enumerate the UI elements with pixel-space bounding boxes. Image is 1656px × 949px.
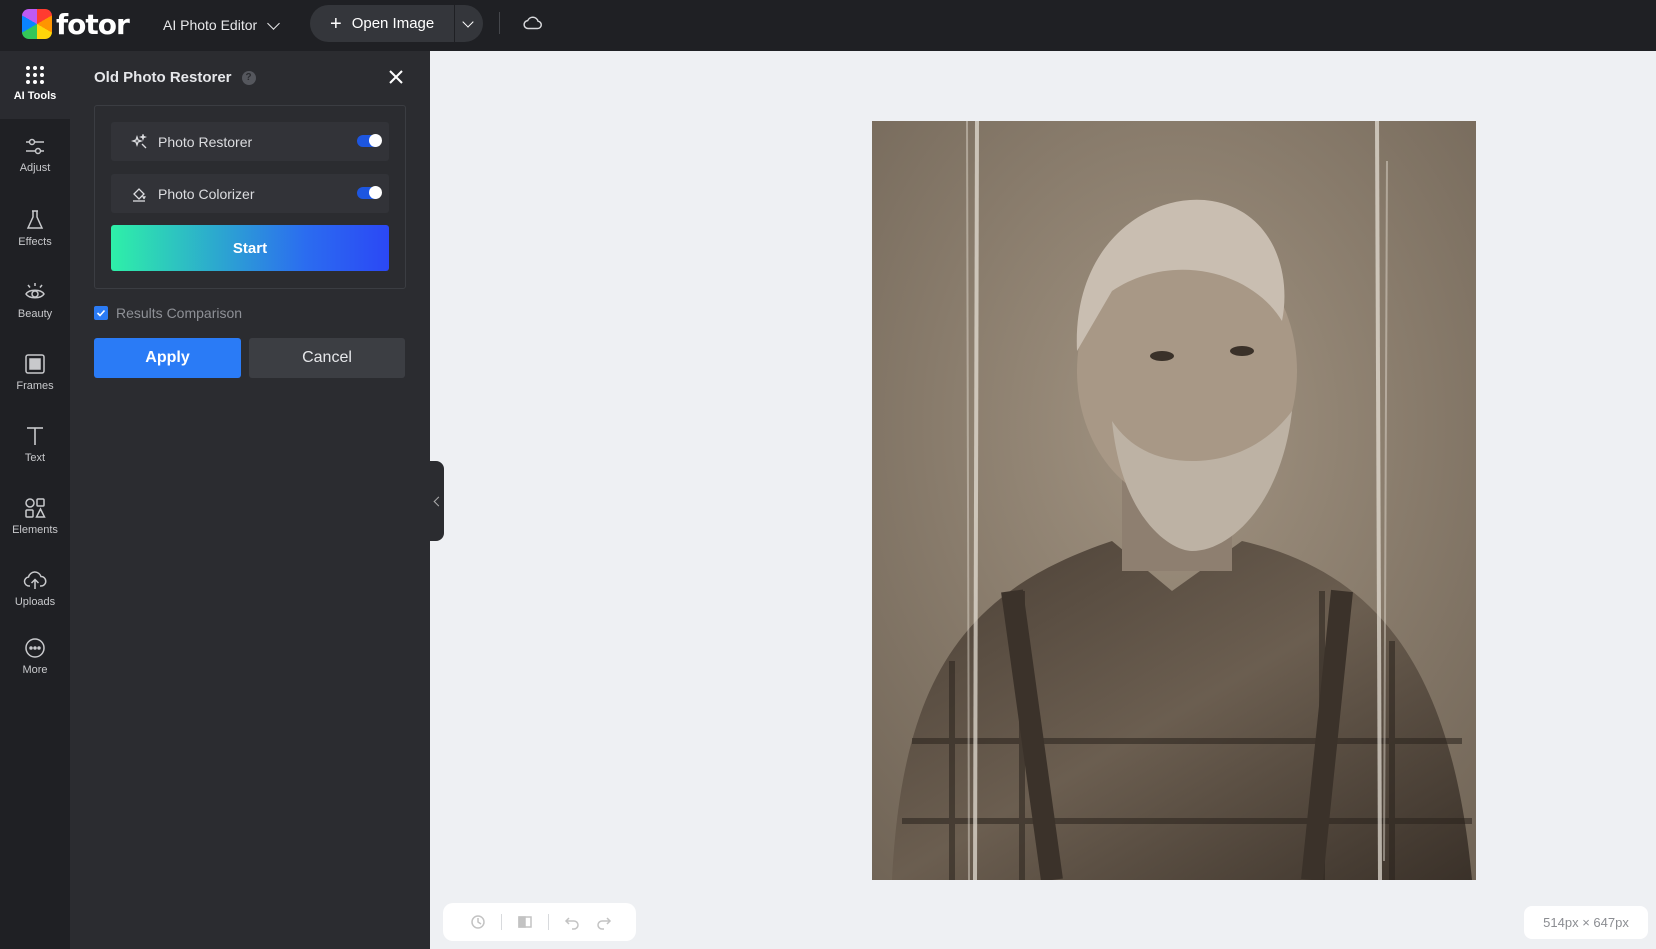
grid-dots-icon — [26, 66, 44, 84]
canvas-photo[interactable] — [872, 121, 1476, 880]
rail-item-uploads[interactable]: Uploads — [0, 555, 70, 623]
rail-item-more[interactable]: More — [0, 623, 70, 691]
open-image-label: Open Image — [351, 15, 435, 32]
paint-bucket-icon — [133, 187, 146, 202]
toggle-knob — [369, 134, 382, 147]
text-t-icon — [27, 427, 43, 445]
cloud-icon[interactable] — [522, 12, 544, 34]
photo-colorizer-label: Photo Colorizer — [158, 185, 255, 202]
checkbox-checked-icon — [94, 306, 108, 320]
panel-title-text: Old Photo Restorer — [94, 69, 232, 86]
open-image-group: + Open Image — [310, 5, 483, 42]
top-bar: fotor AI Photo Editor + Open Image — [0, 0, 1656, 51]
cancel-button[interactable]: Cancel — [249, 338, 405, 378]
photo-restorer-toggle[interactable] — [357, 134, 382, 147]
results-comparison-label: Results Comparison — [116, 305, 243, 321]
photo-colorizer-toggle[interactable] — [357, 186, 382, 199]
more-dots-icon — [25, 638, 45, 658]
compare-view-icon[interactable] — [514, 911, 536, 933]
history-icon[interactable] — [467, 911, 489, 933]
help-icon[interactable]: ? — [241, 70, 256, 85]
start-button[interactable]: Start — [111, 225, 389, 271]
flask-icon — [26, 210, 44, 229]
shapes-icon — [25, 498, 46, 518]
rail-label: Effects — [18, 236, 52, 248]
frame-icon — [25, 354, 45, 374]
rail-label: AI Tools — [13, 90, 57, 102]
chevron-left-icon — [433, 496, 444, 506]
toolbar-divider — [548, 914, 549, 930]
panel-title: Old Photo Restorer ? — [94, 69, 256, 86]
fotor-logo[interactable]: fotor — [22, 7, 130, 41]
photo-restorer-label: Photo Restorer — [158, 133, 253, 150]
rail-item-adjust[interactable]: Adjust — [0, 123, 70, 191]
rail-label: Frames — [16, 380, 54, 392]
editor-type-dropdown[interactable]: AI Photo Editor — [163, 14, 281, 36]
logo-text: fotor — [56, 7, 130, 41]
close-icon[interactable] — [388, 69, 404, 85]
editor-type-label: AI Photo Editor — [163, 17, 258, 33]
photo-colorizer-row: Photo Colorizer — [111, 174, 389, 213]
cloud-upload-icon — [23, 571, 47, 589]
rail-label: Text — [24, 452, 46, 464]
redo-icon[interactable] — [593, 911, 615, 933]
toolbar-divider — [501, 914, 502, 930]
rail-label: Elements — [12, 524, 58, 536]
undo-icon[interactable] — [561, 911, 583, 933]
rail-item-frames[interactable]: Frames — [0, 339, 70, 407]
sliders-icon — [26, 138, 44, 155]
rail-label: More — [22, 664, 48, 676]
image-size-badge: 514px × 647px — [1524, 906, 1648, 939]
rail-item-effects[interactable]: Effects — [0, 195, 70, 263]
rail-label: Uploads — [14, 596, 56, 608]
old-photo-restorer-panel: Old Photo Restorer ? Photo Restorer Phot… — [70, 51, 430, 949]
rail-item-text[interactable]: Text — [0, 411, 70, 479]
plus-icon: + — [330, 12, 342, 35]
rail-item-beauty[interactable]: Beauty — [0, 267, 70, 335]
rail-item-ai-tools[interactable]: AI Tools — [0, 51, 70, 119]
left-tool-rail: AI Tools Adjust Effects Beauty Frames Te… — [0, 51, 70, 949]
open-image-dropdown-button[interactable] — [455, 5, 481, 42]
logo-mark-icon — [22, 9, 52, 39]
rail-label: Beauty — [17, 308, 53, 320]
toggle-knob — [369, 186, 382, 199]
toolbar-divider — [499, 12, 500, 34]
chevron-down-icon — [462, 15, 474, 28]
sparkle-icon — [131, 133, 147, 148]
results-comparison-checkbox[interactable]: Results Comparison — [94, 305, 242, 321]
open-image-button[interactable]: + Open Image — [310, 5, 454, 42]
photo-restorer-row: Photo Restorer — [111, 122, 389, 161]
restore-options-box: Photo Restorer Photo Colorizer Start — [94, 105, 406, 289]
apply-button[interactable]: Apply — [94, 338, 241, 378]
chevron-down-icon — [267, 16, 281, 30]
rail-label: Adjust — [19, 162, 51, 174]
canvas-bottom-toolbar — [443, 903, 636, 941]
rail-item-elements[interactable]: Elements — [0, 483, 70, 551]
eye-icon — [25, 283, 45, 299]
collapse-panel-handle[interactable] — [430, 461, 444, 541]
